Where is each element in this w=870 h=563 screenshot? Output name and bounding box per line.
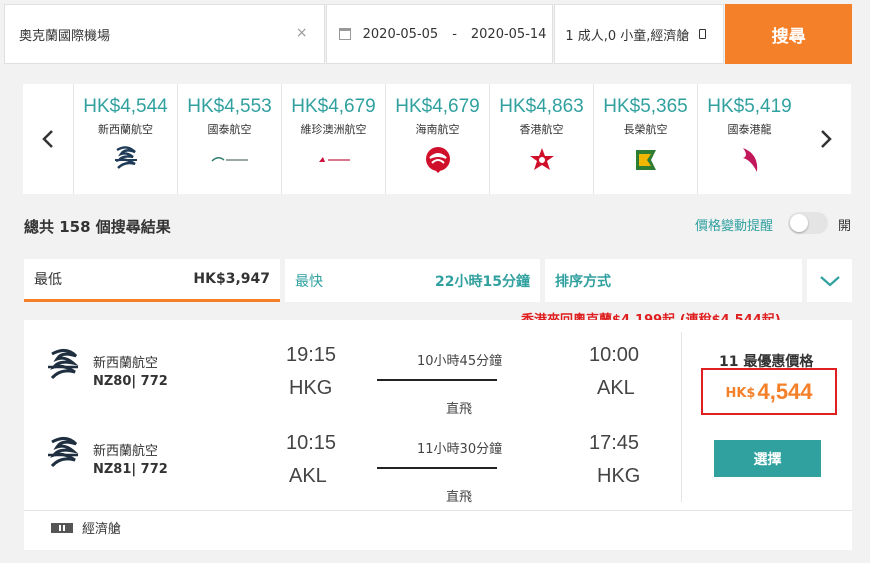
leg-departure-airport: AKL [289,465,327,487]
airline-price: HK$4,544 [83,96,168,117]
tab-fastest-value: 22小時15分鐘 [435,273,530,290]
airline-price: HK$4,553 [187,96,272,117]
airline-item[interactable]: HK$4,679 維珍澳洲航空 [281,84,385,194]
route-line [377,379,497,381]
hainan-airlines-logo-icon [423,145,453,175]
cathay-dragon-logo-icon [739,145,761,175]
airline-item[interactable]: HK$4,863 香港航空 [489,84,593,194]
cabin-label: 經濟艙 [82,522,122,537]
air-new-zealand-logo-icon [48,349,79,380]
clear-icon[interactable]: × [296,25,308,41]
leg-arrival-airport: AKL [597,377,635,399]
airline-price: HK$5,419 [707,96,792,117]
search-bar: 奧克蘭國際機場 × 2020-05-05 - 2020-05-14 1 成人,0… [4,4,852,64]
date-from: 2020-05-05 [362,26,439,42]
leg-arrival-time: 10:00 [589,344,640,366]
airline-name: 長榮航空 [623,123,668,136]
dropdown-icon [699,29,707,39]
airline-name: 國泰航空 [207,123,252,136]
tab-cheapest-value: HK$3,947 [193,271,270,287]
toggle-state-label: 開 [838,219,852,234]
tab-fastest-label: 最快 [295,273,323,290]
leg-departure-time: 10:15 [286,432,337,454]
route-line [377,467,497,469]
toggle-knob [790,214,808,232]
sort-label: 排序方式 [555,273,611,290]
airline-name: 維珍澳洲航空 [300,123,367,136]
chevron-right-icon [821,130,832,148]
airline-name: 新西蘭航空 [98,123,153,136]
airline-item[interactable]: HK$4,553 國泰航空 [177,84,281,194]
airline-item[interactable]: HK$5,419 國泰港龍 [697,84,801,194]
airline-price: HK$5,365 [603,96,688,117]
chevron-down-icon [819,275,840,286]
cathay-pacific-logo-icon [210,145,250,175]
passenger-value: 1 成人,0 小童,經濟艙 [565,28,690,44]
destination-field[interactable]: 奧克蘭國際機場 × [4,4,325,64]
passenger-selector[interactable]: 1 成人,0 小童,經濟艙 [554,4,725,64]
flight-card: 新西蘭航空 NZ80| 772 19:15 HKG 10小時45分鐘 直飛 10… [24,320,852,550]
tab-cheapest-label: 最低 [34,272,62,288]
price-amount: 4,544 [757,378,813,404]
leg-flight-number: NZ80| 772 [93,374,168,389]
leg-duration: 11小時30分鐘 [417,442,503,457]
airline-item[interactable]: HK$5,365 長榮航空 [593,84,697,194]
leg-departure-time: 19:15 [286,344,337,366]
price-box: HK$ 4,544 [701,368,837,415]
virgin-australia-logo-icon [316,145,352,175]
leg-airline: 新西蘭航空 [93,444,159,459]
leg-arrival-airport: HKG [597,465,641,487]
leg-departure-airport: HKG [289,377,333,399]
card-divider [681,332,682,502]
tab-fastest[interactable]: 最快 22小時15分鐘 [285,259,540,302]
airline-name: 海南航空 [415,123,460,136]
expand-button[interactable] [807,259,852,302]
seat-icon [51,522,73,533]
date-to: 2020-05-14 [470,26,547,42]
hong-kong-airlines-logo-icon [529,145,555,175]
airline-item[interactable]: HK$4,679 海南航空 [385,84,489,194]
leg-stops: 直飛 [446,490,473,505]
sort-dropdown[interactable]: 排序方式 [545,259,802,302]
chevron-left-icon [42,130,53,148]
air-new-zealand-logo-icon [48,437,79,468]
leg-stops: 直飛 [446,402,473,417]
leg-arrival-time: 17:45 [589,432,640,454]
leg-flight-number: NZ81| 772 [93,462,168,477]
airline-price: HK$4,679 [291,96,376,117]
search-button[interactable]: 搜尋 [725,4,852,64]
date-separator: - [452,26,457,42]
date-range-field[interactable]: 2020-05-05 - 2020-05-14 [325,4,554,64]
cabin-class: 經濟艙 [50,518,121,537]
airline-item[interactable]: HK$4,544 新西蘭航空 [73,84,177,194]
airline-carousel: HK$4,544 新西蘭航空 HK$4,553 國泰航空 HK$4,679 維珍… [23,84,851,194]
price-currency: HK$ [725,386,756,401]
carousel-next-button[interactable] [801,84,851,194]
price-alert-toggle[interactable] [788,212,828,234]
flight-leg-outbound: 新西蘭航空 NZ80| 772 19:15 HKG 10小時45分鐘 直飛 10… [24,336,680,426]
destination-value: 奧克蘭國際機場 [19,28,111,44]
airline-name: 香港航空 [519,123,564,136]
leg-duration: 10小時45分鐘 [417,354,503,369]
air-new-zealand-logo-icon [113,145,139,175]
leg-airline: 新西蘭航空 [93,356,159,371]
tab-cheapest[interactable]: 最低 HK$3,947 [24,259,280,302]
flight-leg-return: 新西蘭航空 NZ81| 772 10:15 AKL 11小時30分鐘 直飛 17… [24,424,680,514]
carousel-prev-button[interactable] [23,84,73,194]
price-alert-label: 價格變動提醒 [695,219,774,234]
airline-price: HK$4,863 [499,96,584,117]
airline-name: 國泰港龍 [727,123,772,136]
card-footer-divider [24,510,852,511]
airline-price: HK$4,679 [395,96,480,117]
select-button[interactable]: 選擇 [714,440,821,477]
results-count: 總共 158 個搜尋結果 [24,218,171,236]
calendar-icon [338,28,351,40]
eva-air-logo-icon [633,145,659,175]
